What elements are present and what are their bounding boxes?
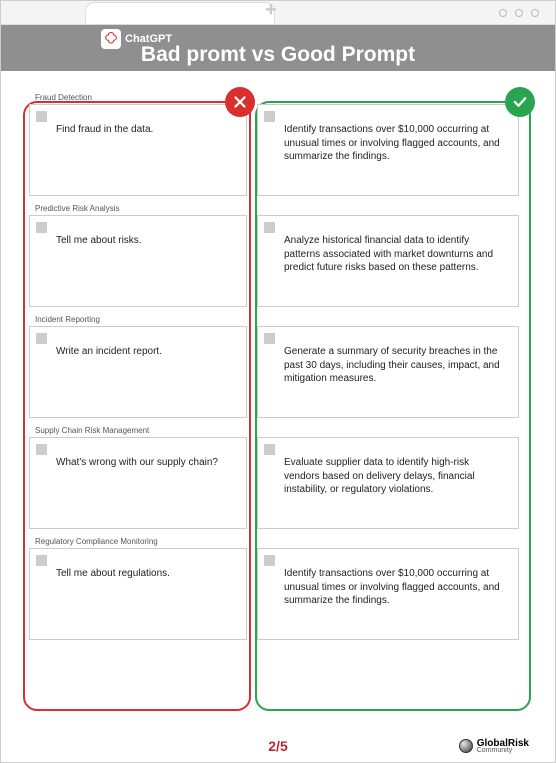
window-dot-icon[interactable]: [499, 9, 507, 17]
good-prompt-card: Identify transactions over $10,000 occur…: [257, 548, 519, 640]
bullet-square-icon: [264, 333, 275, 344]
bullet-square-icon: [264, 222, 275, 233]
content-area: Fraud Detection Find fraud in the data. …: [1, 71, 555, 703]
bad-prompt-text: Tell me about regulations.: [40, 557, 236, 581]
good-prompt-card: Analyze historical financial data to ide…: [257, 215, 519, 307]
bad-prompt-card: Write an incident report.: [29, 326, 247, 418]
page-title: Bad promt vs Good Prompt: [141, 43, 415, 67]
section: Predictive Risk Analysis Tell me about r…: [15, 204, 541, 307]
bullet-square-icon: [36, 333, 47, 344]
chatgpt-badge: ChatGPT: [101, 29, 172, 49]
x-icon: [231, 93, 249, 111]
bullet-square-icon: [36, 444, 47, 455]
section: Incident Reporting Write an incident rep…: [15, 315, 541, 418]
bad-prompt-text: Write an incident report.: [40, 335, 236, 359]
bullet-square-icon: [264, 444, 275, 455]
good-prompt-text: Evaluate supplier data to identify high-…: [268, 446, 508, 497]
good-prompt-text: Generate a summary of security breaches …: [268, 335, 508, 386]
section: Supply Chain Risk Management What's wron…: [15, 426, 541, 529]
browser-tab[interactable]: [85, 2, 275, 24]
bullet-square-icon: [264, 111, 275, 122]
window-controls: [499, 9, 539, 17]
section-label: Predictive Risk Analysis: [15, 204, 541, 213]
section: Regulatory Compliance Monitoring Tell me…: [15, 537, 541, 640]
section-label: Supply Chain Risk Management: [15, 426, 541, 435]
section-label: Regulatory Compliance Monitoring: [15, 537, 541, 546]
bullet-square-icon: [264, 555, 275, 566]
bad-prompt-card: What's wrong with our supply chain?: [29, 437, 247, 529]
bad-prompt-card: Tell me about regulations.: [29, 548, 247, 640]
bad-badge: [225, 87, 255, 117]
bullet-square-icon: [36, 555, 47, 566]
good-prompt-card: Evaluate supplier data to identify high-…: [257, 437, 519, 529]
bad-prompt-text: Find fraud in the data.: [40, 113, 236, 137]
window-dot-icon[interactable]: [531, 9, 539, 17]
section-label: Incident Reporting: [15, 315, 541, 324]
section: Fraud Detection Find fraud in the data. …: [15, 93, 541, 196]
page-indicator: 2/5: [268, 738, 287, 754]
bullet-square-icon: [36, 222, 47, 233]
bullet-square-icon: [36, 111, 47, 122]
good-prompt-text: Identify transactions over $10,000 occur…: [268, 557, 508, 608]
new-tab-icon[interactable]: +: [265, 0, 277, 22]
good-prompt-text: Identify transactions over $10,000 occur…: [268, 113, 508, 164]
bad-prompt-text: Tell me about risks.: [40, 224, 236, 248]
check-icon: [511, 93, 529, 111]
good-prompt-card: Identify transactions over $10,000 occur…: [257, 104, 519, 196]
chatgpt-logo-icon: [101, 29, 121, 49]
good-prompt-text: Analyze historical financial data to ide…: [268, 224, 508, 275]
bad-prompt-card: Tell me about risks.: [29, 215, 247, 307]
browser-chrome: +: [1, 1, 555, 25]
globe-icon: [459, 739, 473, 753]
brand-logo: GlobalRisk Community: [459, 738, 529, 754]
header-bar: Bad promt vs Good Prompt: [1, 25, 555, 71]
chatgpt-label: ChatGPT: [125, 33, 172, 45]
window-dot-icon[interactable]: [515, 9, 523, 17]
footer: 2/5 GlobalRisk Community: [1, 738, 555, 754]
bad-prompt-card: Find fraud in the data.: [29, 104, 247, 196]
good-prompt-card: Generate a summary of security breaches …: [257, 326, 519, 418]
rows-container: Fraud Detection Find fraud in the data. …: [15, 83, 541, 640]
bad-prompt-text: What's wrong with our supply chain?: [40, 446, 236, 470]
good-badge: [505, 87, 535, 117]
section-label: Fraud Detection: [15, 93, 541, 102]
